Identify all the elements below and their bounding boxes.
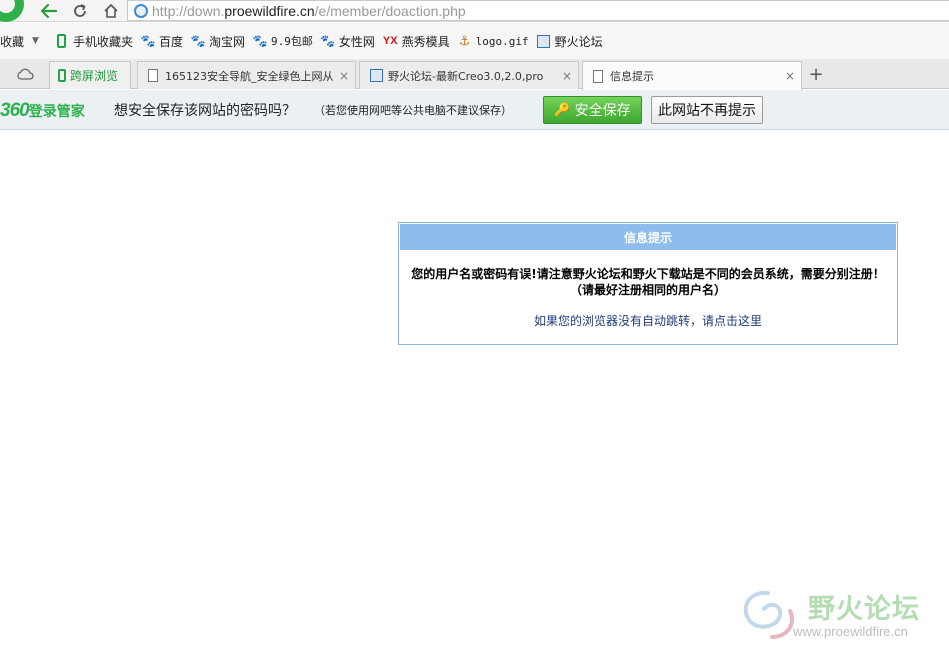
- tab-bar: 跨屏浏览 165123安全导航_安全绿色上网从 × 野火论坛-最新Creo3.0…: [0, 59, 949, 90]
- tab-info-notice[interactable]: 信息提示 ×: [582, 61, 802, 90]
- yx-icon: YX: [382, 35, 398, 47]
- bookmark-label: 手机收藏夹: [72, 34, 133, 49]
- bookmark-nvxing[interactable]: 🐾 女性网: [317, 30, 379, 52]
- new-tab-button[interactable]: +: [805, 63, 827, 85]
- tab-title: 信息提示: [610, 70, 654, 83]
- globe-icon: [134, 3, 148, 18]
- favorites-label: 收藏: [0, 34, 25, 49]
- bookmark-99-baoyou[interactable]: 🐾 9.9包邮: [249, 30, 317, 52]
- site-watermark: 野火论坛 www.proewildfire.cn: [738, 585, 949, 647]
- url-text: http://down.proewildfire.cn/e/member/doa…: [152, 3, 466, 19]
- key-icon: 🔑: [554, 102, 571, 118]
- paw-icon: 🐾: [190, 34, 206, 48]
- error-message: 您的用户名或密码有误!请注意野火论坛和野火下载站是不同的会员系统，需要分别注册！…: [411, 267, 885, 297]
- bookmark-logo-gif[interactable]: ⚓ logo.gif: [454, 30, 533, 52]
- close-icon[interactable]: ×: [783, 69, 797, 83]
- url-path: /e/member/doaction.php: [314, 2, 466, 19]
- back-arrow-icon: [40, 3, 58, 19]
- cross-screen-button[interactable]: 跨屏浏览: [49, 61, 131, 89]
- tab-yehuo-forum[interactable]: 野火论坛-最新Creo3.0,2.0,pro ×: [359, 61, 579, 89]
- swirl-logo-icon: [743, 590, 794, 639]
- address-bar[interactable]: http://down.proewildfire.cn/e/member/doa…: [127, 0, 949, 21]
- bookmark-label: 女性网: [338, 34, 375, 49]
- phone-icon: [55, 34, 69, 48]
- bookmark-label: 燕秀模具: [401, 34, 450, 49]
- password-save-bar: 360登录管家 想安全保存该网站的密码吗？ （若您使用网吧等公共电脑不建议保存）…: [0, 90, 949, 130]
- paw-icon: 🐾: [140, 34, 156, 48]
- document-icon: [593, 69, 603, 83]
- url-host: proewildfire.cn: [224, 2, 315, 19]
- message-heading: 信息提示: [400, 224, 896, 250]
- cloud-sync-button[interactable]: [14, 65, 36, 83]
- browser-logo-icon[interactable]: [0, 0, 24, 22]
- tab-title: 野火论坛-最新Creo3.0,2.0,pro: [388, 69, 544, 83]
- refresh-button[interactable]: [68, 1, 92, 21]
- bookmark-yehuo-forum[interactable]: 野火论坛: [533, 30, 607, 52]
- watermark-url: www.proewildfire.cn: [793, 624, 908, 639]
- refresh-icon: [74, 4, 86, 17]
- bookmark-label: 百度: [158, 34, 183, 49]
- cloud-icon: [17, 68, 34, 80]
- save-password-question: 想安全保存该网站的密码吗？: [114, 103, 296, 119]
- favorites-menu[interactable]: 收藏 ▼: [0, 30, 51, 52]
- forum-icon: [537, 34, 551, 48]
- cross-screen-label: 跨屏浏览: [70, 69, 119, 83]
- bookmark-yanxiu[interactable]: YX 燕秀模具: [379, 30, 454, 52]
- back-button[interactable]: [37, 1, 61, 21]
- tab-title: 165123安全导航_安全绿色上网从: [165, 69, 334, 83]
- bookmark-label: 淘宝网: [208, 34, 245, 49]
- bookmarks-bar: 收藏 ▼ 手机收藏夹 🐾 百度 🐾 淘宝网 🐾 9.9包邮 🐾 女性网 YX 燕…: [0, 23, 949, 59]
- safe-save-label: 安全保存: [574, 103, 631, 119]
- bookmark-label: 野火论坛: [554, 34, 603, 49]
- phone-icon: [58, 69, 66, 82]
- bookmark-taobao[interactable]: 🐾 淘宝网: [187, 30, 249, 52]
- bookmark-label: logo.gif: [475, 34, 529, 48]
- url-prefix: http://down.: [152, 2, 225, 19]
- anchor-icon: ⚓: [458, 33, 471, 49]
- tab-165123-nav[interactable]: 165123安全导航_安全绿色上网从 ×: [137, 61, 356, 89]
- redirect-link[interactable]: 如果您的浏览器没有自动跳转，请点击这里: [399, 312, 897, 329]
- public-computer-note: （若您使用网吧等公共电脑不建议保存）: [314, 104, 512, 117]
- never-for-site-button[interactable]: 此网站不再提示: [651, 96, 763, 124]
- paw-icon: 🐾: [320, 34, 336, 48]
- paw-icon: 🐾: [252, 34, 268, 48]
- login-manager-logo: 360登录管家: [0, 100, 85, 122]
- chevron-down-icon: ▼: [32, 36, 39, 46]
- close-icon[interactable]: ×: [337, 69, 351, 83]
- bookmark-mobile-favorites[interactable]: 手机收藏夹: [51, 30, 137, 52]
- brand-number: 360: [0, 100, 30, 121]
- message-box: 信息提示 您的用户名或密码有误!请注意野火论坛和野火下载站是不同的会员系统，需要…: [398, 222, 898, 345]
- home-icon: [104, 4, 118, 18]
- safe-save-button[interactable]: 🔑 安全保存: [543, 96, 642, 124]
- document-icon: [148, 69, 158, 82]
- forum-icon: [370, 69, 383, 82]
- bookmark-baidu[interactable]: 🐾 百度: [137, 30, 187, 52]
- close-icon[interactable]: ×: [560, 69, 574, 83]
- home-button[interactable]: [99, 1, 123, 21]
- navigation-bar: http://down.proewildfire.cn/e/member/doa…: [0, 0, 949, 22]
- brand-text: 登录管家: [28, 103, 85, 119]
- watermark-name: 野火论坛: [808, 594, 920, 625]
- bookmark-label: 9.9包邮: [270, 35, 313, 48]
